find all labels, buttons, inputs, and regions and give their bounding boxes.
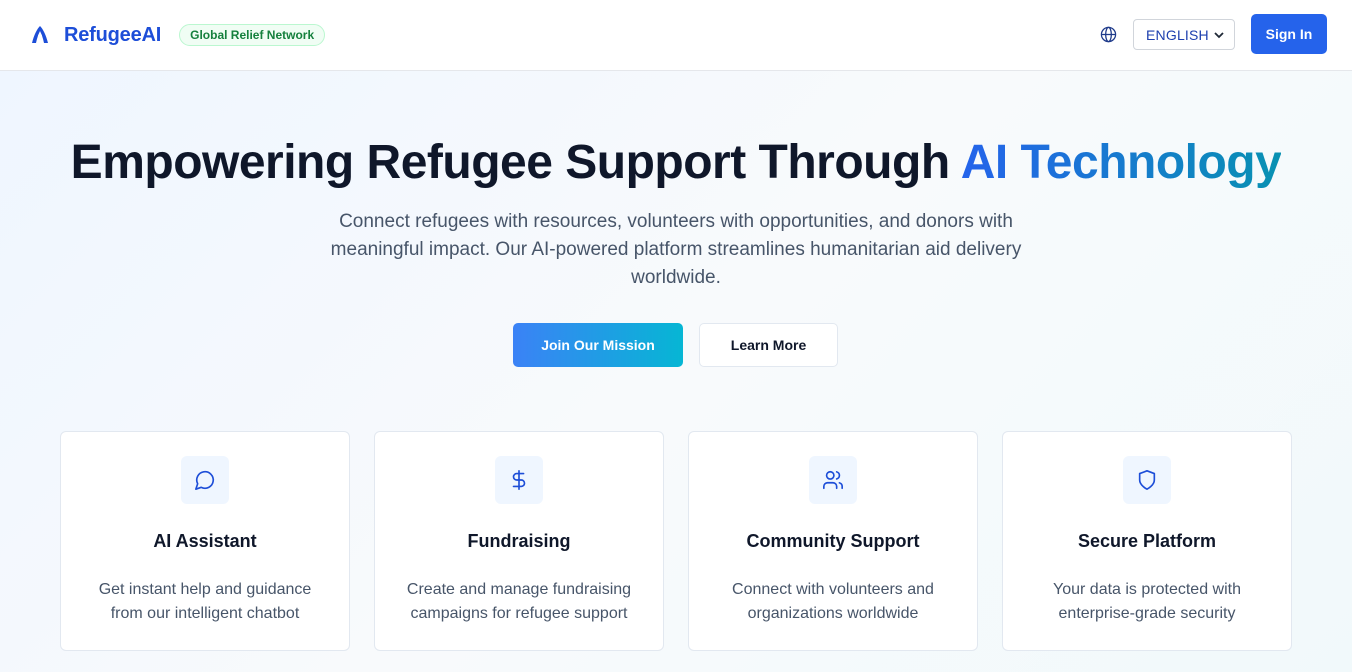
users-icon [823, 470, 843, 490]
shield-icon [1138, 470, 1156, 490]
globe-icon[interactable] [1100, 26, 1117, 43]
network-badge: Global Relief Network [179, 24, 326, 46]
chat-icon [195, 470, 215, 490]
logo-icon [32, 26, 48, 43]
feature-description: Create and manage fundraising campaigns … [406, 581, 632, 622]
feature-icon-box [181, 456, 229, 504]
hero-title-accent: AI Technology [960, 136, 1282, 189]
feature-description: Your data is protected with enterprise-g… [1053, 581, 1241, 622]
chevron-down-icon [1214, 32, 1224, 39]
feature-title: Community Support [746, 531, 920, 551]
feature-description: Get instant help and guidance from our i… [98, 581, 312, 622]
feature-title: Fundraising [467, 531, 571, 551]
hero-title: Empowering Refugee Support Through AI Te… [0, 135, 1352, 190]
feature-icon-box [495, 456, 543, 504]
feature-description: Connect with volunteers and organization… [732, 581, 934, 622]
sign-in-button[interactable]: Sign In [1251, 14, 1327, 54]
feature-title: Secure Platform [1077, 531, 1217, 551]
language-value: ENGLISH [1146, 26, 1209, 43]
dollar-icon [512, 470, 526, 490]
hero-subtitle: Connect refugees with resources, volunte… [330, 211, 1022, 288]
top-navbar: RefugeeAI Global Relief Network ENGLISH … [0, 0, 1352, 71]
hero-section: Empowering Refugee Support Through AI Te… [0, 71, 1352, 672]
learn-more-button[interactable]: Learn More [699, 323, 838, 367]
language-select[interactable]: ENGLISH [1133, 19, 1235, 50]
join-mission-button[interactable]: Join Our Mission [513, 323, 683, 367]
brand-name: RefugeeAI [64, 23, 162, 46]
feature-icon-box [1123, 456, 1171, 504]
feature-card-fundraising: Fundraising Create and manage fundraisin… [374, 431, 664, 651]
feature-card-ai-assistant: AI Assistant Get instant help and guidan… [60, 431, 350, 651]
feature-title: AI Assistant [153, 531, 257, 551]
feature-card-secure: Secure Platform Your data is protected w… [1002, 431, 1292, 651]
feature-card-community: Community Support Connect with volunteer… [688, 431, 978, 651]
feature-icon-box [809, 456, 857, 504]
brand[interactable]: RefugeeAI Global Relief Network [28, 22, 326, 48]
hero-title-main: Empowering Refugee Support Through [70, 136, 961, 189]
